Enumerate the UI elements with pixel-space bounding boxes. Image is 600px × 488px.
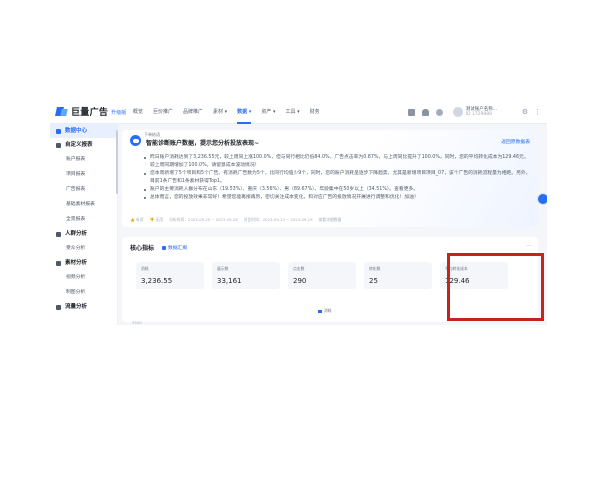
metric-card[interactable]: 消耗 3,236.55 [136, 262, 204, 289]
sidebar-group-icon [56, 142, 61, 148]
sidebar-item[interactable]: 基础素材报表 [50, 197, 117, 212]
message-icon[interactable] [435, 108, 443, 116]
legend-swatch [318, 309, 322, 313]
metric-card[interactable]: 点击数 290 [288, 262, 356, 289]
sidebar-group[interactable]: 人群分析 [50, 227, 117, 241]
sidebar-group-icon [56, 304, 61, 310]
nav-item[interactable]: 素材 ▾ [208, 100, 232, 124]
diagnosis-footer-item[interactable]: 👍 有用 [130, 217, 144, 223]
nav-item[interactable]: 工具 ▾ [281, 100, 305, 124]
metric-card[interactable]: 展示数 33,161 [212, 262, 280, 289]
collapse-icon[interactable]: — [526, 242, 532, 249]
diagnosis-bullet: 您本周新增了5个项目和5个广告。有消耗广告数为5个，比同行均值少9个，同时，您的… [144, 170, 532, 186]
diagnosis-footer: 👍 有用 👎 无用 分析时间：2023-09-20 ~ 2023-09-26 对比时间… [130, 217, 347, 223]
sidebar-group[interactable]: 数据中心 [50, 124, 117, 138]
diagnosis-bullet: 总体而言，您的投放效果非常好！希望您能再接再厉，密切关注成本变化，和对应广告的投… [144, 194, 532, 202]
diagnosis-bullet: 账户的主要消耗人群分布在山东（19.53%）、重庆（3.56%）、男（89.67… [144, 186, 532, 194]
sidebar-group-label: 自定义报表 [65, 142, 93, 148]
sidebar-group-label: 流量分析 [65, 304, 88, 310]
sidebar-group[interactable]: 自定义报表 [50, 138, 117, 152]
diagnosis-bullets: 昨日账户消耗达到了3,236.55元，较上周同上涨100.0%，但与同行相比仍低… [144, 154, 532, 202]
nav-item[interactable]: 资产 ▾ [256, 100, 280, 124]
brand-badge: 升级版 [111, 110, 127, 116]
nav-item[interactable]: 财务 [305, 100, 325, 124]
metric-value: 290 [293, 277, 307, 285]
sidebar-item[interactable]: 账户报表 [50, 152, 117, 167]
nav-menu: 概览 巨价推广 品牌推广 素材 ▾ 数据 ▾ 资产 ▾ 工具 ▾ 财务 [128, 100, 325, 124]
nav-item[interactable]: 概览 [128, 100, 148, 124]
legend-label: 消耗 [324, 308, 332, 313]
metric-value: 25 [369, 277, 378, 285]
diagnosis-tag: 下单结语 [144, 132, 160, 137]
metric-label: 点击数 [293, 266, 305, 271]
brand-name: 巨量广告 [71, 108, 109, 118]
diagnosis-header: 下单结语 智能诊断账户数据，提示您分析投放表现~ [130, 132, 260, 147]
nav-right-tools: 测试账户名称... ID 1729888 ⚙ ⋮ [401, 100, 541, 124]
highlight-annotation [447, 253, 544, 321]
sidebar: 数据中心自定义报表账户报表 项目报表 广告报表 基础素材报表 全景报表人群分析受众分析素… [50, 124, 118, 325]
gear-icon[interactable]: ⚙ [522, 108, 528, 116]
sidebar-group-label: 数据中心 [65, 128, 88, 134]
sidebar-scrollbar[interactable] [116, 130, 118, 194]
nav-item[interactable]: 品牌推广 [178, 100, 208, 124]
chart-legend[interactable]: 消耗 [318, 308, 332, 314]
metric-card[interactable]: 转化数 25 [364, 262, 432, 289]
sidebar-group-icon [56, 128, 61, 134]
account-id: ID 1729888 [465, 112, 492, 117]
metric-value: 3,236.55 [141, 277, 173, 285]
ai-assistant-button[interactable] [537, 193, 547, 205]
diagnosis-footer-item[interactable]: 👎 无用 [150, 217, 164, 223]
brand-logo-icon [56, 106, 68, 117]
sidebar-item[interactable]: 视频分析 [50, 270, 117, 285]
diagnosis-footer-item: 分析时间：2023-09-20 ~ 2023-09-26 [169, 217, 238, 222]
sidebar-group-label: 素材分析 [65, 260, 88, 266]
sidebar-item[interactable]: 全景报表 [50, 212, 117, 227]
sidebar-item[interactable]: 制图分析 [50, 285, 117, 300]
more-icon[interactable]: ⋮ [534, 108, 541, 116]
sidebar-item[interactable]: 受众分析 [50, 241, 117, 256]
metric-value: 33,161 [217, 277, 242, 285]
diagnosis-footer-item[interactable]: 查看详细数据 [319, 217, 342, 223]
diagnosis-footer-item: 对比时间：2023-09-13 ~ 2023-09-19 [243, 217, 313, 222]
nav-item[interactable]: 巨价推广 [148, 100, 178, 124]
metric-label: 转化数 [369, 266, 381, 271]
sidebar-item[interactable]: 项目报表 [50, 167, 117, 182]
y-tick-label: 3500 [132, 320, 142, 325]
nav-item[interactable]: 数据 ▾ [232, 100, 256, 124]
back-to-data-link[interactable]: 返回原数据表 [501, 138, 530, 145]
task-icon[interactable] [407, 108, 415, 116]
notification-icon[interactable] [421, 108, 429, 116]
sidebar-item[interactable]: 广告报表 [50, 182, 117, 197]
sidebar-group-icon [56, 260, 61, 266]
sidebar-group[interactable]: 流量分析 [50, 300, 117, 314]
avatar[interactable] [452, 107, 463, 117]
diagnosis-panel: 下单结语 智能诊断账户数据，提示您分析投放表现~ 返回原数据表 昨日账户消耗达到… [122, 130, 538, 227]
brand-logo[interactable]: 巨量广告 升级版 [50, 105, 128, 118]
sidebar-group-icon [56, 231, 61, 237]
diagnosis-bullet: 昨日账户消耗达到了3,236.55元，较上周同上涨100.0%，但与同行相比仍低… [144, 154, 532, 170]
diagnosis-title: 智能诊断账户数据，提示您分析投放表现~ [146, 140, 260, 147]
robot-icon: 下单结语 [130, 132, 160, 146]
sidebar-group[interactable]: 素材分析 [50, 256, 117, 270]
chart-icon [162, 245, 167, 250]
sidebar-group-label: 人群分析 [65, 231, 88, 237]
metric-label: 展示数 [217, 266, 229, 271]
core-metrics-title: 核心指标 [130, 245, 155, 252]
metric-label: 消耗 [141, 266, 149, 271]
tab-data-overview[interactable]: 数据汇概 [162, 244, 187, 251]
tab-data-overview-label: 数据汇概 [168, 246, 188, 251]
account-switcher[interactable]: 测试账户名称... ID 1729888 [466, 107, 516, 117]
top-navigation: 巨量广告 升级版 概览 巨价推广 品牌推广 素材 ▾ 数据 ▾ 资产 ▾ 工具 ▾ 财务 测试… [50, 100, 547, 124]
core-metrics-header: 核心指标 数据汇概 [130, 243, 187, 252]
